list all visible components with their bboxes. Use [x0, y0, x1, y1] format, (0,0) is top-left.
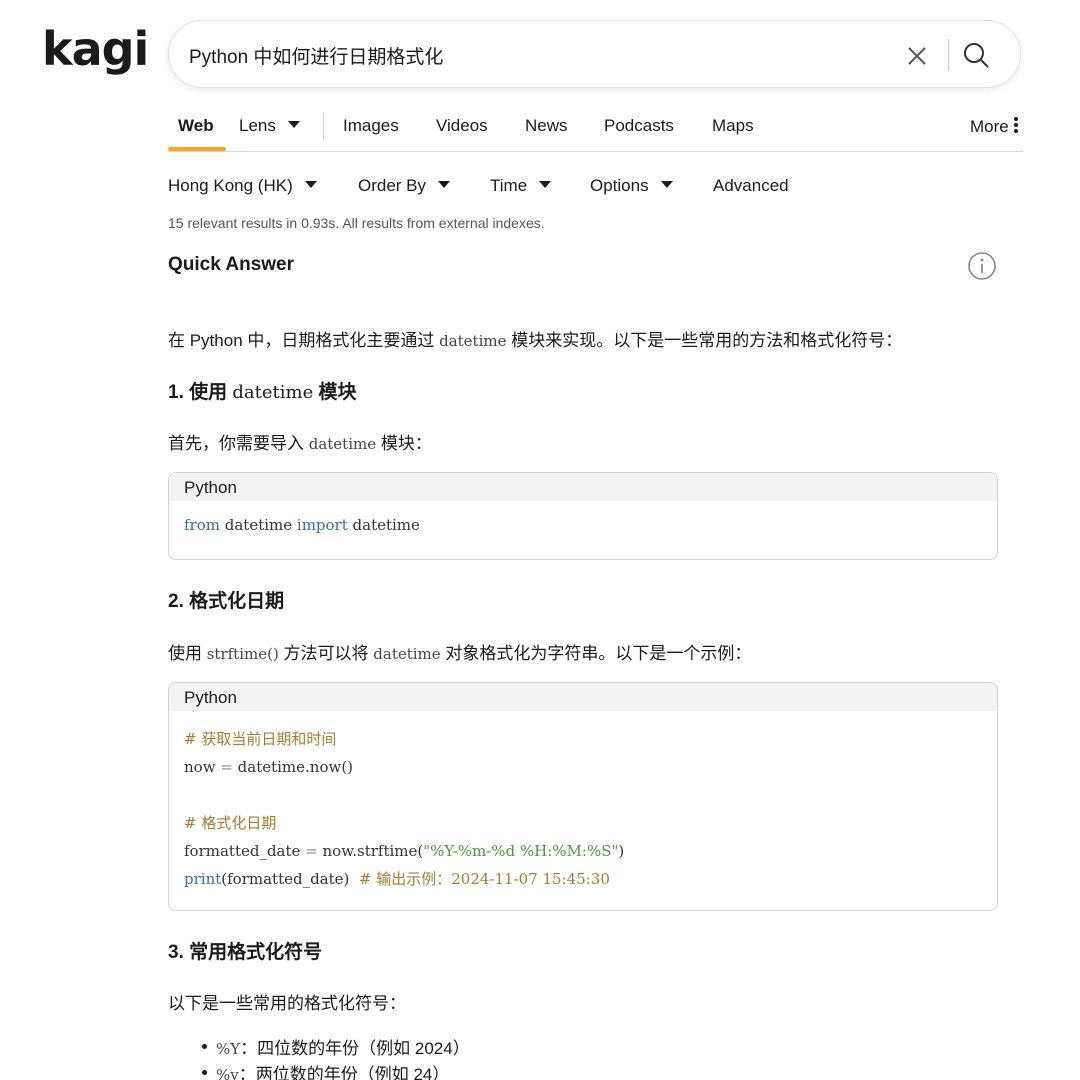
code-line: from datetime import datetime [184, 511, 982, 539]
section-2-text: 使用 strftime() 方法可以将 datetime 对象格式化为字符串。以… [168, 639, 751, 664]
section-1-text: 首先，你需要导入 datetime 模块： [168, 429, 432, 454]
inline-code: datetime [308, 435, 377, 453]
kagi-logo[interactable]: kagi [42, 22, 149, 76]
result-stats: 15 relevant results in 0.93s. All result… [168, 215, 545, 231]
tab-videos[interactable]: Videos [436, 116, 488, 136]
intro-text-pre: 在 Python 中，日期格式化主要通过 [168, 331, 435, 350]
tab-web[interactable]: Web [178, 116, 214, 136]
list-item: %y：两位数的年份（例如 24） [200, 1060, 470, 1080]
filter-time[interactable]: Time [490, 176, 552, 196]
section-2-text-b: 方法可以将 [283, 644, 369, 663]
filter-region[interactable]: Hong Kong (HK) [168, 176, 317, 196]
format-symbol-list: %Y：四位数的年份（例如 2024） %y：两位数的年份（例如 24） [200, 1034, 470, 1080]
section-1-text-pre: 首先，你需要导入 [168, 434, 304, 453]
tab-maps[interactable]: Maps [712, 116, 754, 136]
code-comment: # 格式化日期 [184, 814, 277, 832]
code-line: print(formatted_date) # 输出示例：2024-11-07 … [184, 865, 982, 893]
tab-lens-label: Lens [239, 116, 276, 135]
caret-down-icon [438, 181, 451, 188]
inline-code: %Y [216, 1040, 241, 1058]
code-text: now.strftime( [317, 842, 424, 860]
code-text: now [184, 758, 221, 776]
tab-podcasts[interactable]: Podcasts [604, 116, 674, 136]
code-text: formatted_date [184, 842, 306, 860]
code-line: now = datetime.now() [184, 753, 982, 781]
inline-code: strftime() [206, 645, 279, 663]
inline-code: datetime [232, 382, 314, 403]
filter-options[interactable]: Options [590, 176, 673, 196]
list-item-text: ：两位数的年份（例如 24） [238, 1065, 450, 1080]
code-operator: = [305, 842, 318, 860]
quick-answer-intro: 在 Python 中，日期格式化主要通过 datetime 模块来实现。以下是一… [168, 326, 902, 351]
caret-down-icon [287, 121, 300, 128]
code-keyword: from [184, 516, 220, 534]
filter-time-label: Time [490, 176, 528, 195]
code-keyword: import [296, 516, 348, 534]
code-body: from datetime import datetime [169, 501, 997, 549]
list-item: %Y：四位数的年份（例如 2024） [200, 1034, 470, 1060]
code-string: "%Y-%m-%d %H:%M:%S" [423, 842, 619, 860]
filter-options-label: Options [590, 176, 649, 195]
search-filters: Hong Kong (HK) Order By Time Options Adv… [168, 176, 868, 200]
code-operator: = [220, 758, 233, 776]
code-keyword: print [184, 870, 222, 888]
code-line: formatted_date = now.strftime("%Y-%m-%d … [184, 837, 982, 865]
search-divider [948, 39, 949, 71]
code-body: # 获取当前日期和时间 now = datetime.now() # 格式化日期… [169, 711, 997, 903]
filter-order-by[interactable]: Order By [358, 176, 451, 196]
section-2-text-a: 使用 [168, 644, 202, 663]
quick-answer-title: Quick Answer [168, 254, 295, 275]
active-tab-indicator [168, 147, 226, 151]
code-language-label: Python [169, 473, 997, 501]
code-text: ) [618, 842, 625, 860]
tab-lens[interactable]: Lens [239, 116, 300, 136]
inline-code: datetime [439, 332, 507, 350]
tab-news[interactable]: News [525, 116, 568, 136]
search-box [168, 20, 1021, 88]
tab-separator [323, 112, 324, 140]
kebab-menu-icon [1013, 117, 1018, 133]
section-2-text-c: 对象格式化为字符串。以下是一个示例： [445, 644, 752, 663]
caret-down-icon [304, 181, 317, 188]
search-icon [964, 43, 989, 68]
code-comment: # 获取当前日期和时间 [184, 730, 337, 748]
filter-order-label: Order By [358, 176, 427, 195]
code-block-format[interactable]: Python # 获取当前日期和时间 now = datetime.now() … [168, 682, 998, 911]
code-text: datetime [347, 516, 420, 534]
inline-code: %y [216, 1066, 239, 1080]
info-button[interactable] [967, 251, 997, 281]
close-icon [908, 47, 926, 65]
code-text: (formatted_date) [221, 870, 359, 888]
clear-search-button[interactable] [902, 41, 932, 71]
list-item-text: ：四位数的年份（例如 2024） [240, 1039, 470, 1058]
tab-images[interactable]: Images [343, 116, 399, 136]
tab-more[interactable]: More [970, 116, 1019, 137]
code-language-label: Python [169, 683, 997, 711]
search-button[interactable] [960, 39, 994, 73]
search-tabs: Web Lens Images Videos News Podcasts Map… [168, 108, 1023, 152]
inline-code: datetime [373, 645, 441, 663]
section-1-title-pre: 1. 使用 [168, 382, 228, 403]
filter-region-label: Hong Kong (HK) [168, 176, 293, 195]
code-block-import[interactable]: Python from datetime import datetime [168, 472, 998, 560]
section-1-title-post: 模块 [318, 382, 357, 403]
section-2-title: 2. 格式化日期 [168, 591, 285, 612]
info-icon [968, 252, 996, 280]
code-text: datetime [219, 516, 297, 534]
code-comment: # 输出示例：2024-11-07 15:45:30 [358, 870, 610, 888]
section-3-text: 以下是一些常用的格式化符号： [168, 994, 406, 1013]
code-text: datetime.now() [232, 758, 354, 776]
section-1-text-post: 模块： [380, 434, 432, 453]
caret-down-icon [660, 181, 673, 188]
search-input[interactable] [189, 39, 889, 71]
tab-more-label: More [970, 117, 1009, 136]
caret-down-icon [539, 181, 552, 188]
intro-text-post: 模块来实现。以下是一些常用的方法和格式化符号： [511, 331, 903, 350]
section-1-title: 1. 使用 datetime 模块 [168, 377, 357, 404]
filter-advanced[interactable]: Advanced [713, 176, 789, 196]
section-3-title: 3. 常用格式化符号 [168, 942, 323, 963]
